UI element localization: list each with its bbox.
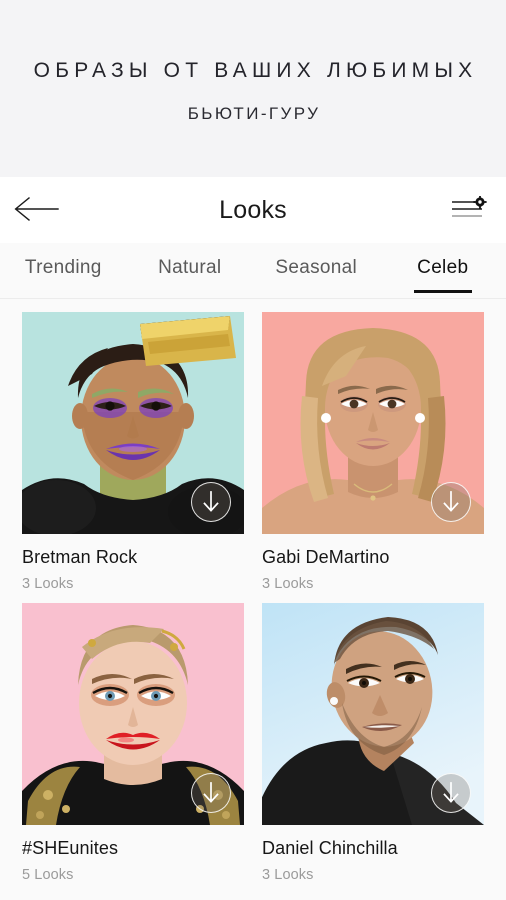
look-card[interactable]: Bretman Rock 3 Looks [22,312,244,592]
look-card-title: Gabi DeMartino [262,547,390,567]
tab-celeb[interactable]: Celeb [380,243,506,298]
download-button[interactable] [431,482,471,522]
look-card-count: 3 Looks [22,575,74,592]
look-card-count: 5 Looks [22,866,74,883]
promo-subheadline: БЬЮТИ-ГУРУ [187,104,321,123]
look-thumbnail[interactable] [262,312,484,534]
look-card-title: #SHEunites [22,837,119,858]
looks-grid: Bretman Rock 3 Looks Gabi DeMartino 3 Lo… [0,299,506,883]
download-arrow-icon [441,781,461,804]
look-card[interactable]: Gabi DeMartino 3 Looks [262,312,484,592]
look-thumbnail[interactable] [22,602,244,825]
filter-settings-icon [451,194,487,225]
download-arrow-icon [441,491,461,513]
look-thumbnail[interactable] [262,602,484,825]
download-arrow-icon [201,781,221,804]
download-button[interactable] [191,482,231,522]
look-card-title: Daniel Chinchilla [262,837,398,858]
look-card-title: Bretman Rock [22,547,138,567]
promo-headline: ОБРАЗЫ ОТ ВАШИХ ЛЮБИМЫХ [33,59,478,82]
tab-natural[interactable]: Natural [127,243,254,298]
app-screen: ОБРАЗЫ ОТ ВАШИХ ЛЮБИМЫХ БЬЮТИ-ГУРУ Looks [0,0,506,900]
download-button[interactable] [191,772,231,813]
download-arrow-icon [201,491,221,513]
look-thumbnail[interactable] [22,312,244,534]
tab-seasonal[interactable]: Seasonal [253,243,380,298]
look-card[interactable]: #SHEunites 5 Looks [22,602,244,883]
tab-trending[interactable]: Trending [0,243,127,298]
download-button[interactable] [431,772,471,813]
filter-settings-button[interactable] [444,188,494,232]
look-card[interactable]: Daniel Chinchilla 3 Looks [262,602,484,883]
look-card-count: 3 Looks [262,866,314,883]
app-bar: Looks [0,177,506,243]
look-card-count: 3 Looks [262,575,314,592]
promo-banner: ОБРАЗЫ ОТ ВАШИХ ЛЮБИМЫХ БЬЮТИ-ГУРУ [0,0,506,177]
arrow-left-icon [13,196,59,225]
tab-bar: Trending Natural Seasonal Celeb [0,243,506,299]
page-title: Looks [219,195,287,224]
back-button[interactable] [10,188,62,232]
